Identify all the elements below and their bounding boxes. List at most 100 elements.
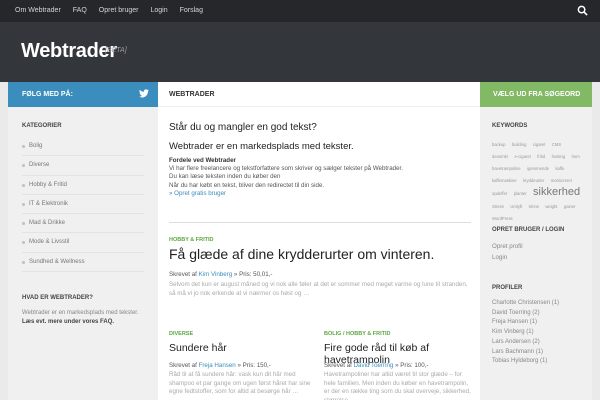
tag-link[interactable]: cigaret: [533, 142, 546, 147]
tag-link[interactable]: kaffe: [555, 166, 564, 171]
meta-prefix: Skrevet af: [324, 362, 352, 369]
category-item-bolig[interactable]: Bolig: [22, 137, 144, 157]
category-item-mode-livsstil[interactable]: Mode & Livsstil: [22, 233, 144, 253]
search-icon[interactable]: [577, 5, 588, 16]
tag-link[interactable]: hosting: [552, 154, 566, 159]
tag-link[interactable]: WordPress: [492, 216, 513, 221]
tag-link[interactable]: Umlyft: [510, 204, 522, 209]
tag-link[interactable]: kryddeurter: [523, 178, 544, 183]
keyword-bar-label: VÆLG UD FRA SØGEORD: [493, 91, 581, 98]
tag-link[interactable]: weight: [545, 204, 557, 209]
author-link[interactable]: Kim Vinberg: [199, 271, 233, 278]
intro-line-2: Du kan læse teksten inden du køber den: [169, 173, 281, 181]
profile-item[interactable]: Lars Bachmann (1): [492, 348, 584, 358]
post-title[interactable]: Sundere hår: [169, 342, 227, 354]
follow-label: FØLG MED PÅ:: [22, 91, 73, 98]
category-item-diverse[interactable]: Diverse: [22, 156, 144, 176]
tag-link[interactable]: CMS: [552, 142, 561, 147]
post-excerpt: Havetrampoliner har altid været til stor…: [324, 371, 471, 400]
featured-post-title[interactable]: Få glæde af dine krydderurter om vintere…: [169, 246, 434, 262]
account-heading: OPRET BRUGER / LOGIN: [492, 227, 565, 233]
profile-item[interactable]: David Toerring (2): [492, 309, 584, 319]
author-link[interactable]: Freja Hansen: [199, 362, 236, 369]
intro-headline: Webtrader er en markedsplads med tekster…: [169, 141, 354, 152]
post-category[interactable]: DIVERSE: [169, 331, 193, 337]
nav-login[interactable]: Login: [144, 0, 173, 22]
tag-link[interactable]: planter: [514, 191, 527, 196]
meta-prefix: Skrevet af: [169, 271, 197, 278]
post-price: » Pris: 150,-: [237, 362, 271, 369]
meta-prefix: Skrevet af: [169, 362, 197, 369]
post-meta: Skrevet af Freja Hansen » Pris: 150,-: [169, 362, 271, 369]
site-logo[interactable]: Webtrader: [21, 40, 117, 63]
about-text: Webtrader er en markedsplads med tekster…: [22, 310, 139, 316]
tag-link[interactable]: opdeffer: [492, 191, 507, 196]
faq-link[interactable]: Læs evt. mere under vores FAQ.: [22, 319, 114, 325]
tag-link[interactable]: havetrampoline: [492, 166, 521, 171]
tag-link[interactable]: gainer: [564, 204, 576, 209]
post-excerpt: Råd til at få sundere hår: vask kun dit …: [169, 371, 311, 395]
profile-item[interactable]: Kim Vinberg (1): [492, 328, 584, 338]
beta-label: [BETA]: [105, 47, 127, 54]
tag-link[interactable]: hem: [572, 154, 580, 159]
category-item-it-elektronik[interactable]: IT & Elektronik: [22, 195, 144, 215]
login-link[interactable]: Login: [492, 254, 507, 261]
tag-link[interactable]: morincreret: [551, 178, 572, 183]
top-menu: Om Webtrader FAQ Opret bruger Login Fors…: [9, 0, 209, 22]
post-meta: Skrevet af David Toerring » Pris: 100,-: [324, 362, 428, 369]
nav-faq[interactable]: FAQ: [67, 0, 93, 22]
author-link[interactable]: David Toerring: [354, 362, 394, 369]
tag-link[interactable]: deosmkr: [492, 154, 508, 159]
profile-item[interactable]: Charlotte Christensen (1): [492, 299, 584, 309]
about-text-block: Webtrader er en markedsplads med tekster…: [22, 309, 147, 327]
post-price: » Pris: 50,01,-: [233, 271, 273, 278]
keyword-bar: VÆLG UD FRA SØGEORD: [480, 82, 592, 107]
categories-heading: KATEGORIER: [22, 123, 62, 129]
featured-post-category[interactable]: HOBBY & FRITID: [169, 237, 214, 243]
featured-post-meta: Skrevet af Kim Vinberg » Pris: 50,01,-: [169, 271, 272, 278]
divider: [169, 222, 471, 223]
tag-link[interactable]: building: [512, 142, 526, 147]
post-category[interactable]: BOLIG / HOBBY & FRITID: [324, 331, 391, 337]
tag-link[interactable]: e-cigaret: [515, 154, 531, 159]
about-heading: HVAD ER WEBTRADER?: [22, 295, 93, 301]
nav-om-webtrader[interactable]: Om Webtrader: [9, 0, 67, 22]
intro-bold: Fordele ved Webtrader: [169, 157, 236, 164]
tag-link[interactable]: fritid: [537, 154, 545, 159]
nav-forslag[interactable]: Forslag: [174, 0, 209, 22]
intro-body: Fordele ved Webtrader Vi har flere freel…: [169, 157, 469, 198]
twitter-icon[interactable]: [139, 89, 149, 98]
tag-link[interactable]: Stress: [492, 204, 504, 209]
tag-link-sikkerhed[interactable]: sikkerhed: [533, 186, 580, 198]
content-title-bar: WEBTRADER: [158, 82, 480, 107]
category-item-hobby-fritid[interactable]: Hobby & Fritid: [22, 176, 144, 195]
intro-line-3: Når du har købt en tekst, bliver den red…: [169, 181, 325, 189]
intro-line-1: Vi har flere freelancere og tekstforfatt…: [169, 165, 403, 173]
site-header: Webtrader [BETA]: [0, 22, 600, 82]
category-item-mad-drikke[interactable]: Mad & Drikke: [22, 214, 144, 234]
post-price: » Pris: 100,-: [395, 362, 429, 369]
tag-link[interactable]: trinns: [529, 204, 539, 209]
top-navigation: Om Webtrader FAQ Opret bruger Login Fors…: [0, 0, 600, 22]
create-profile-link[interactable]: Opret profil: [492, 243, 523, 250]
featured-post-excerpt: Selvom det kun er august måned og vi nok…: [169, 281, 468, 297]
category-item-sundhed-wellness[interactable]: Sundhed & Wellness: [22, 253, 144, 273]
create-free-user-link[interactable]: » Opret gratis bruger: [169, 190, 226, 197]
left-sidebar: FØLG MED PÅ: KATEGORIER Bolig Diverse Ho…: [8, 82, 158, 400]
tag-link[interactable]: igemmende: [527, 166, 549, 171]
main-content: WEBTRADER Står du og mangler en god teks…: [158, 82, 480, 400]
follow-bar: FØLG MED PÅ:: [8, 82, 158, 107]
profiles-heading: PROFILER: [492, 285, 523, 291]
nav-opret-bruger[interactable]: Opret bruger: [93, 0, 145, 22]
intro-question: Står du og mangler en god tekst?: [169, 122, 317, 133]
tag-link[interactable]: kaffemaskine: [492, 178, 517, 183]
profile-item[interactable]: Tobias Hyldeborg (1): [492, 357, 584, 367]
profile-item[interactable]: Lars Andersen (2): [492, 338, 584, 348]
main-container: FØLG MED PÅ: KATEGORIER Bolig Diverse Ho…: [8, 82, 592, 400]
category-list: Bolig Diverse Hobby & Fritid IT & Elektr…: [22, 137, 144, 273]
profile-item[interactable]: Freja Hansen (1): [492, 318, 584, 328]
tag-cloud: backup building cigaret CMS deosmkr e-ci…: [492, 137, 584, 223]
tag-link[interactable]: backup: [492, 142, 506, 147]
keywords-heading: KEYWORDS: [492, 123, 528, 129]
profile-list: Charlotte Christensen (1) David Toerring…: [492, 299, 584, 367]
